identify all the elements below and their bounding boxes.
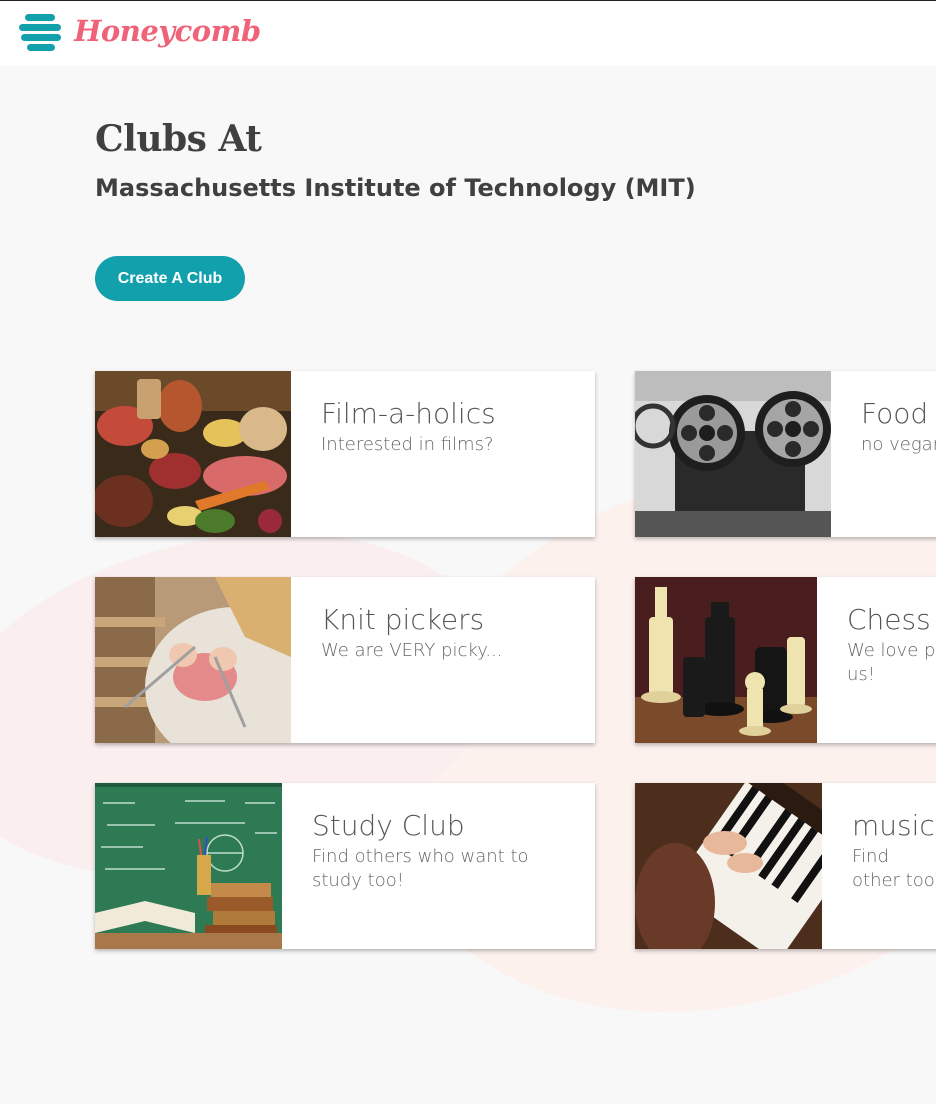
club-description: Find others who want to study too!	[312, 846, 529, 891]
brand-name[interactable]: Honeycomb	[74, 14, 261, 48]
club-card-knit-pickers[interactable]: Knit pickers We are VERY picky...	[95, 577, 595, 743]
club-image-chalkboard-books	[95, 783, 282, 949]
club-name[interactable]: music C	[852, 809, 936, 842]
page-title: Clubs At	[95, 118, 262, 160]
club-card-food[interactable]: Food C no vegan	[635, 371, 936, 537]
club-card-film-a-holics[interactable]: Film-a-holics Interested in films?	[95, 371, 595, 537]
club-description: We love pl us!	[847, 640, 936, 685]
club-card-music[interactable]: music C Find other too!	[635, 783, 936, 949]
top-navigation-bar: Honeycomb	[0, 0, 936, 66]
club-name[interactable]: Food C	[861, 397, 936, 430]
club-card-chess[interactable]: Chess C We love pl us!	[635, 577, 936, 743]
club-image-chess	[635, 577, 817, 743]
club-image-food	[95, 371, 291, 537]
club-image-film-projector	[635, 371, 831, 537]
club-description: We are VERY picky...	[321, 640, 503, 661]
school-name: Massachusetts Institute of Technology (M…	[95, 174, 696, 202]
club-description: no vegan	[861, 434, 936, 455]
create-club-button[interactable]: Create A Club	[95, 256, 245, 301]
club-name[interactable]: Study Club	[312, 809, 465, 842]
club-name[interactable]: Chess C	[847, 603, 936, 636]
club-name[interactable]: Knit pickers	[321, 603, 484, 636]
club-card-study-club[interactable]: Study Club Find others who want to study…	[95, 783, 595, 949]
honeycomb-logo-icon[interactable]	[19, 12, 63, 54]
club-name[interactable]: Film-a-holics	[321, 397, 496, 430]
club-description: Find other too!	[852, 846, 936, 891]
club-description: Interested in films?	[321, 434, 494, 455]
club-image-knitting	[95, 577, 291, 743]
club-image-piano	[635, 783, 822, 949]
